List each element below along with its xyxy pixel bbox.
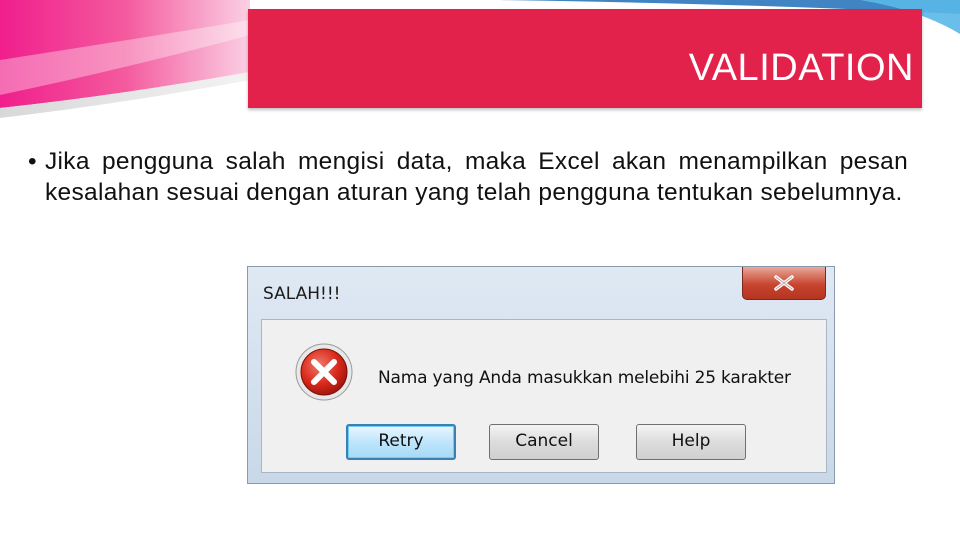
bullet-list: • Jika pengguna salah mengisi data, maka… [28, 146, 908, 208]
dialog-title: SALAH!!! [263, 284, 341, 304]
close-icon [774, 275, 794, 291]
error-dialog: SALAH!!! Nama yang Anda masukkan melebih… [247, 266, 835, 484]
slide-title: VALIDATION [688, 47, 914, 89]
bullet-text: Jika pengguna salah mengisi data, maka E… [45, 148, 908, 206]
error-icon [295, 343, 353, 401]
dialog-body: Nama yang Anda masukkan melebihi 25 kara… [261, 319, 827, 473]
close-button[interactable] [742, 267, 826, 300]
title-banner: VALIDATION [248, 9, 922, 108]
bullet-icon: • [28, 148, 37, 175]
help-button[interactable]: Help [636, 424, 746, 460]
retry-button[interactable]: Retry [346, 424, 456, 460]
dialog-message: Nama yang Anda masukkan melebihi 25 kara… [378, 368, 791, 388]
cancel-button[interactable]: Cancel [489, 424, 599, 460]
